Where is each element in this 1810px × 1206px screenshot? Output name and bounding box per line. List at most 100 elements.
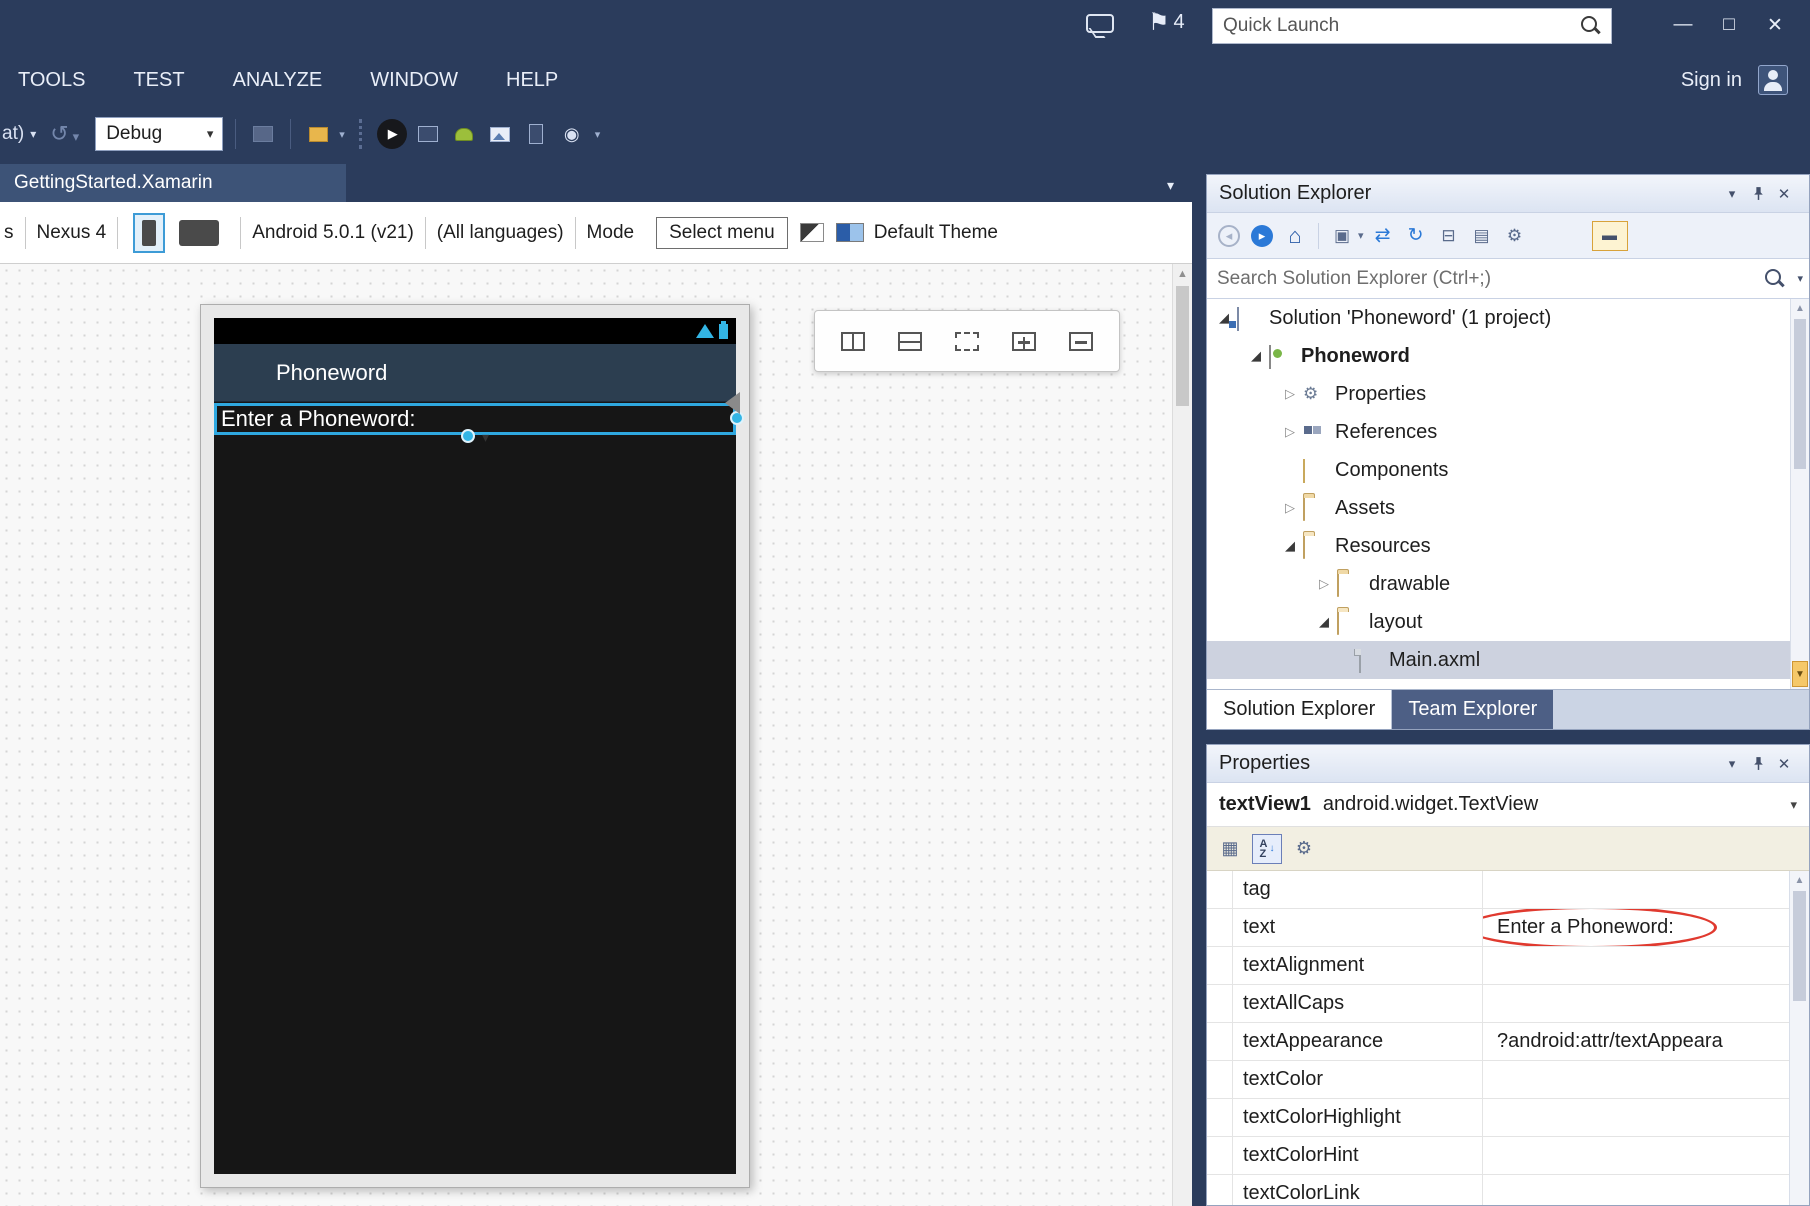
expander-icon[interactable] bbox=[1247, 348, 1265, 364]
menu-help[interactable]: HELP bbox=[482, 69, 582, 92]
solution-search-input[interactable] bbox=[1207, 268, 1761, 290]
scrollbar-thumb[interactable] bbox=[1794, 319, 1806, 469]
landscape-orientation-button[interactable] bbox=[179, 220, 219, 246]
notifications[interactable]: 4 bbox=[1148, 8, 1185, 37]
split-vertical-button[interactable] bbox=[831, 321, 875, 361]
language-selector[interactable]: (All languages) bbox=[437, 222, 564, 244]
menu-analyze[interactable]: ANALYZE bbox=[209, 69, 347, 92]
theme-icon[interactable] bbox=[836, 223, 864, 242]
configuration-dropdown[interactable]: at) bbox=[0, 123, 36, 145]
start-debug-button[interactable] bbox=[377, 119, 407, 149]
scroll-down-icon[interactable] bbox=[1792, 661, 1808, 687]
selection-caret-icon[interactable] bbox=[482, 429, 489, 446]
property-row-textallcaps[interactable]: textAllCaps bbox=[1207, 985, 1809, 1023]
device-target-button[interactable] bbox=[413, 119, 443, 149]
property-row-textcolorhint[interactable]: textColorHint bbox=[1207, 1137, 1809, 1175]
scrollbar-thumb[interactable] bbox=[1793, 891, 1806, 1001]
screenshot-button[interactable] bbox=[485, 119, 515, 149]
tree-item-references[interactable]: References bbox=[1207, 413, 1809, 451]
menu-window[interactable]: WINDOW bbox=[346, 69, 482, 92]
search-icon[interactable] bbox=[1761, 266, 1787, 292]
user-avatar-icon[interactable] bbox=[1758, 65, 1788, 95]
alphabetical-view-button[interactable] bbox=[1252, 834, 1282, 864]
chevron-down-icon[interactable] bbox=[1358, 229, 1364, 242]
forward-button[interactable] bbox=[1248, 222, 1276, 250]
expander-icon[interactable] bbox=[1315, 576, 1333, 592]
portrait-orientation-button[interactable] bbox=[133, 213, 165, 253]
menu-test[interactable]: TEST bbox=[109, 69, 208, 92]
tab-list-button[interactable] bbox=[1167, 177, 1174, 194]
menu-tools[interactable]: TOOLS bbox=[0, 69, 109, 92]
scrollbar-thumb[interactable] bbox=[1176, 286, 1189, 406]
android-sdk-button[interactable] bbox=[449, 119, 479, 149]
preview-selected-items-toggle[interactable] bbox=[1592, 221, 1628, 251]
expander-icon[interactable] bbox=[1281, 424, 1299, 440]
undo-button[interactable] bbox=[50, 121, 79, 147]
theme-selector[interactable]: Default Theme bbox=[874, 222, 998, 244]
property-row-text[interactable]: text Enter a Phoneword: bbox=[1207, 909, 1809, 947]
property-value[interactable] bbox=[1483, 985, 1809, 1022]
chevron-down-icon[interactable] bbox=[1797, 272, 1803, 285]
property-row-textcolorhighlight[interactable]: textColorHighlight bbox=[1207, 1099, 1809, 1137]
property-value[interactable] bbox=[1483, 1175, 1809, 1205]
properties-wrench-button[interactable] bbox=[1501, 222, 1529, 250]
property-value[interactable] bbox=[1483, 1137, 1809, 1174]
sign-in-link[interactable]: Sign in bbox=[1681, 69, 1742, 92]
close-button[interactable] bbox=[1752, 8, 1798, 42]
scroll-up-icon[interactable] bbox=[1173, 268, 1192, 280]
zoom-in-button[interactable] bbox=[1002, 321, 1046, 361]
search-icon[interactable] bbox=[1577, 13, 1603, 39]
document-tab[interactable]: GettingStarted.Xamarin bbox=[0, 164, 346, 202]
device-selector[interactable]: Nexus 4 bbox=[37, 222, 107, 244]
tab-team-explorer[interactable]: Team Explorer bbox=[1392, 690, 1553, 729]
android-version-selector[interactable]: Android 5.0.1 (v21) bbox=[252, 222, 414, 244]
tab-solution-explorer[interactable]: Solution Explorer bbox=[1207, 690, 1392, 729]
sync-with-active-document-button[interactable] bbox=[1369, 222, 1397, 250]
tree-item-solution[interactable]: Solution 'Phoneword' (1 project) bbox=[1207, 299, 1809, 337]
window-position-button[interactable] bbox=[1719, 756, 1745, 772]
scope-button[interactable] bbox=[1328, 222, 1356, 250]
property-row-textcolorlink[interactable]: textColorLink bbox=[1207, 1175, 1809, 1205]
chevron-down-icon[interactable] bbox=[339, 128, 345, 141]
collapse-all-button[interactable] bbox=[1435, 222, 1463, 250]
chevron-down-icon[interactable] bbox=[1790, 797, 1797, 813]
scroll-up-icon[interactable] bbox=[1791, 303, 1809, 314]
property-value[interactable]: Enter a Phoneword: bbox=[1483, 909, 1809, 946]
selection-handle-bottom[interactable] bbox=[461, 429, 475, 443]
categorized-view-button[interactable] bbox=[1215, 834, 1245, 864]
profiler-button[interactable] bbox=[557, 119, 587, 149]
selected-textview[interactable]: Enter a Phoneword: bbox=[214, 403, 736, 435]
property-pages-button[interactable] bbox=[1289, 834, 1319, 864]
expander-icon[interactable] bbox=[1281, 500, 1299, 516]
property-row-tag[interactable]: tag bbox=[1207, 871, 1809, 909]
close-panel-button[interactable] bbox=[1771, 755, 1797, 773]
maximize-button[interactable] bbox=[1706, 8, 1752, 42]
pin-button[interactable] bbox=[1745, 756, 1771, 771]
device-monitor-button[interactable] bbox=[521, 119, 551, 149]
home-button[interactable] bbox=[1281, 222, 1309, 250]
property-value[interactable]: ?android:attr/textAppeara bbox=[1483, 1023, 1809, 1060]
property-row-textappearance[interactable]: textAppearance ?android:attr/textAppeara bbox=[1207, 1023, 1809, 1061]
tree-item-main-axml[interactable]: Main.axml bbox=[1207, 641, 1809, 679]
zoom-out-button[interactable] bbox=[1059, 321, 1103, 361]
close-panel-button[interactable] bbox=[1771, 185, 1797, 203]
split-horizontal-button[interactable] bbox=[888, 321, 932, 361]
tree-item-properties[interactable]: ⚙ Properties bbox=[1207, 375, 1809, 413]
scroll-up-icon[interactable] bbox=[1790, 875, 1809, 886]
property-value[interactable] bbox=[1483, 871, 1809, 908]
fit-to-window-button[interactable] bbox=[945, 321, 989, 361]
document-scrollbar[interactable] bbox=[1172, 264, 1192, 1206]
expander-icon[interactable] bbox=[1281, 538, 1299, 554]
properties-scrollbar[interactable] bbox=[1789, 871, 1809, 1205]
toolbar-options-button[interactable] bbox=[595, 128, 601, 141]
property-row-textalignment[interactable]: textAlignment bbox=[1207, 947, 1809, 985]
show-all-files-button[interactable] bbox=[1468, 222, 1496, 250]
tree-item-components[interactable]: Components bbox=[1207, 451, 1809, 489]
minimize-button[interactable] bbox=[1660, 8, 1706, 42]
property-row-textcolor[interactable]: textColor bbox=[1207, 1061, 1809, 1099]
refresh-button[interactable] bbox=[1402, 222, 1430, 250]
expander-icon[interactable] bbox=[1315, 614, 1333, 630]
quick-launch-input[interactable] bbox=[1213, 15, 1577, 37]
select-menu-button[interactable]: Select menu bbox=[656, 217, 788, 249]
tree-item-resources[interactable]: Resources bbox=[1207, 527, 1809, 565]
